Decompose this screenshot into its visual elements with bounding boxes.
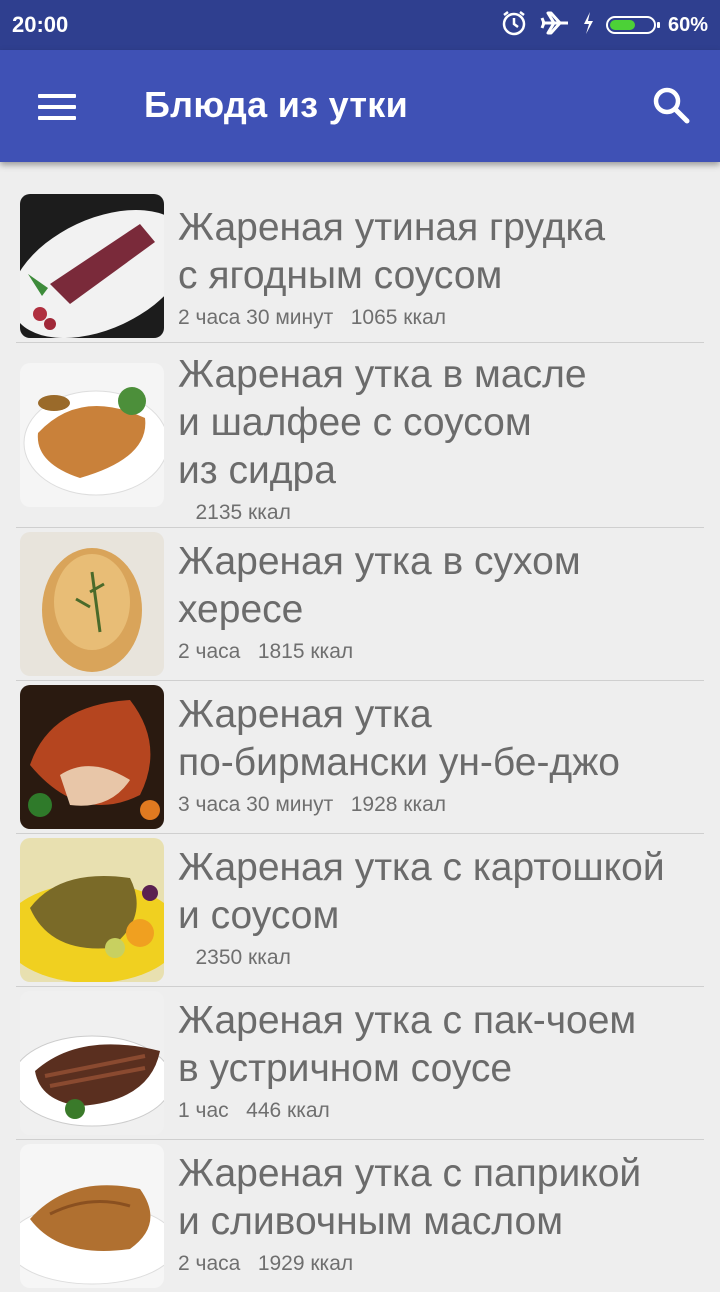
- status-bar: 20:00 60%: [0, 0, 720, 50]
- recipe-thumbnail: [20, 838, 164, 982]
- recipe-thumbnail: [20, 532, 164, 676]
- recipe-meta: 2 часа 1815 ккал: [178, 640, 354, 663]
- recipe-meta: 3 часа 30 минут 1928 ккал: [178, 793, 447, 816]
- airplane-icon: [540, 9, 570, 42]
- recipe-meta: 1 час 446 ккал: [178, 1099, 330, 1122]
- recipe-thumbnail: [20, 1144, 164, 1288]
- recipe-thumbnail: [20, 991, 164, 1135]
- recipe-name: Жареная утка с пак-чоем в устричном соус…: [178, 999, 637, 1090]
- list-item[interactable]: Жареная утка с паприкой и сливочным масл…: [16, 1140, 704, 1292]
- recipe-thumbnail: [20, 363, 164, 507]
- recipe-meta: 2350 ккал: [178, 946, 291, 969]
- recipe-meta: 2135 ккал: [178, 501, 291, 524]
- recipe-thumbnail: [20, 194, 164, 338]
- battery-percent: 60%: [667, 13, 708, 36]
- list-item[interactable]: Жареная утиная грудка с ягодным соусом 2…: [16, 194, 704, 343]
- charging-icon: [582, 11, 594, 40]
- status-icons: 60%: [500, 9, 708, 42]
- recipe-meta: 2 часа 30 минут 1065 ккал: [178, 306, 447, 329]
- list-item[interactable]: Жареная утка с картошкой и соусом 2350 к…: [16, 834, 704, 987]
- recipe-name: Жареная утка по-бирмански ун-бе-джо: [178, 693, 620, 784]
- recipe-thumbnail: [20, 685, 164, 829]
- recipe-name: Жареная утка с картошкой и соусом: [178, 846, 665, 937]
- recipe-name: Жареная утка в масле и шалфее с соусом и…: [178, 353, 587, 492]
- app-bar: Блюда из утки: [0, 50, 720, 162]
- status-time: 20:00: [12, 12, 69, 37]
- list-item[interactable]: Жареная утка в сухом хересе 2 часа 1815 …: [16, 528, 704, 681]
- recipe-name: Жареная утиная грудка с ягодным соусом: [178, 206, 606, 297]
- list-item[interactable]: Жареная утка по-бирмански ун-бе-джо 3 ча…: [16, 681, 704, 834]
- page-title: Блюда из утки: [144, 84, 409, 125]
- recipe-name: Жареная утка в сухом хересе: [178, 540, 581, 631]
- alarm-icon: [500, 9, 528, 42]
- menu-button[interactable]: [28, 86, 84, 126]
- search-button[interactable]: [650, 84, 694, 128]
- search-icon: [653, 87, 690, 124]
- list-item[interactable]: Жареная утка в масле и шалфее с соусом и…: [16, 343, 704, 528]
- recipe-name: Жареная утка с паприкой и сливочным масл…: [178, 1152, 642, 1243]
- list-item[interactable]: Жареная утка с пак-чоем в устричном соус…: [16, 987, 704, 1140]
- battery-icon: [605, 16, 660, 34]
- recipe-meta: 2 часа 1929 ккал: [178, 1252, 354, 1275]
